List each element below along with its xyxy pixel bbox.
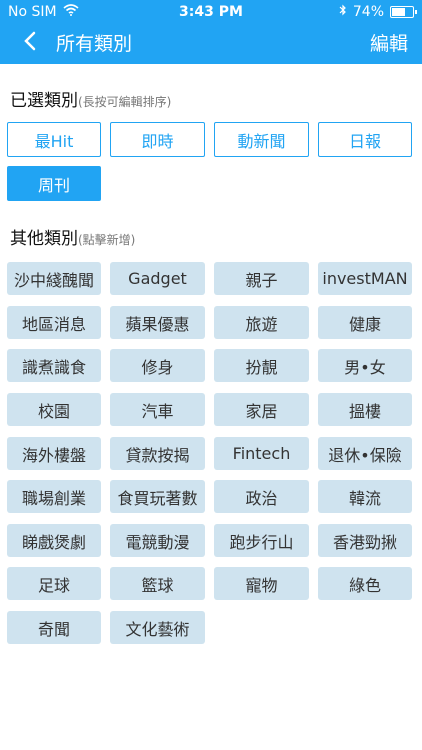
other-chip-6[interactable]: 旅遊 [214,306,309,339]
other-chip-17[interactable]: 貸款按揭 [110,437,205,470]
other-chip-23[interactable]: 韓流 [318,480,412,513]
other-chip-29[interactable]: 籃球 [110,567,205,600]
other-chip-4[interactable]: 地區消息 [7,306,101,339]
other-chip-12[interactable]: 校園 [7,393,101,426]
back-icon[interactable] [22,30,38,58]
other-chip-2[interactable]: 親子 [214,262,309,295]
other-chip-32[interactable]: 奇聞 [7,611,101,644]
other-chip-5[interactable]: 蘋果優惠 [110,306,205,339]
other-section-title: 其他類別(點擊新增) [10,224,135,249]
selected-chip-3[interactable]: 日報 [318,122,412,157]
other-chip-14[interactable]: 家居 [214,393,309,426]
other-chip-21[interactable]: 食買玩著數 [110,480,205,513]
other-chip-0[interactable]: 沙中綫醜聞 [7,262,101,295]
other-chip-20[interactable]: 職場創業 [7,480,101,513]
other-chip-15[interactable]: 搵樓 [318,393,412,426]
other-chip-3[interactable]: investMAN [318,262,412,295]
other-chip-1[interactable]: Gadget [110,262,205,295]
navigation-bar: 所有類別 編輯 [0,24,422,64]
other-chip-22[interactable]: 政治 [214,480,309,513]
selected-chip-1[interactable]: 即時 [110,122,205,157]
other-chip-8[interactable]: 識煮識食 [7,349,101,382]
other-hint: (點擊新增) [78,233,136,247]
battery-fill [392,8,405,16]
selected-chip-4[interactable]: 周刊 [7,166,101,201]
other-chip-19[interactable]: 退休•保險 [318,437,412,470]
status-right: 74% [339,4,417,20]
selected-chip-0[interactable]: 最Hit [7,122,101,157]
other-title-text: 其他類別 [10,229,78,249]
other-chip-13[interactable]: 汽車 [110,393,205,426]
other-chip-11[interactable]: 男•女 [318,349,412,382]
edit-button[interactable]: 編輯 [370,31,408,57]
bluetooth-icon [339,4,347,20]
page-title: 所有類別 [56,33,133,55]
other-chip-7[interactable]: 健康 [318,306,412,339]
selected-chip-2[interactable]: 動新聞 [214,122,309,157]
other-chip-28[interactable]: 足球 [7,567,101,600]
other-chip-18[interactable]: Fintech [214,437,309,470]
other-chip-33[interactable]: 文化藝術 [110,611,205,644]
other-chip-24[interactable]: 睇戲煲劇 [7,524,101,557]
status-bar: No SIM 3:43 PM 74% [0,0,422,24]
battery-icon [390,6,417,18]
selected-title-text: 已選類別 [10,91,78,111]
other-chip-25[interactable]: 電競動漫 [110,524,205,557]
other-chip-31[interactable]: 綠色 [318,567,412,600]
other-chip-9[interactable]: 修身 [110,349,205,382]
other-chip-26[interactable]: 跑步行山 [214,524,309,557]
selected-hint: (長按可編輯排序) [78,95,172,109]
other-chip-16[interactable]: 海外樓盤 [7,437,101,470]
other-chip-10[interactable]: 扮靚 [214,349,309,382]
battery-percent: 74% [352,4,384,20]
selected-section-title: 已選類別(長按可編輯排序) [10,86,171,111]
other-chip-30[interactable]: 寵物 [214,567,309,600]
other-chip-27[interactable]: 香港勁揪 [318,524,412,557]
